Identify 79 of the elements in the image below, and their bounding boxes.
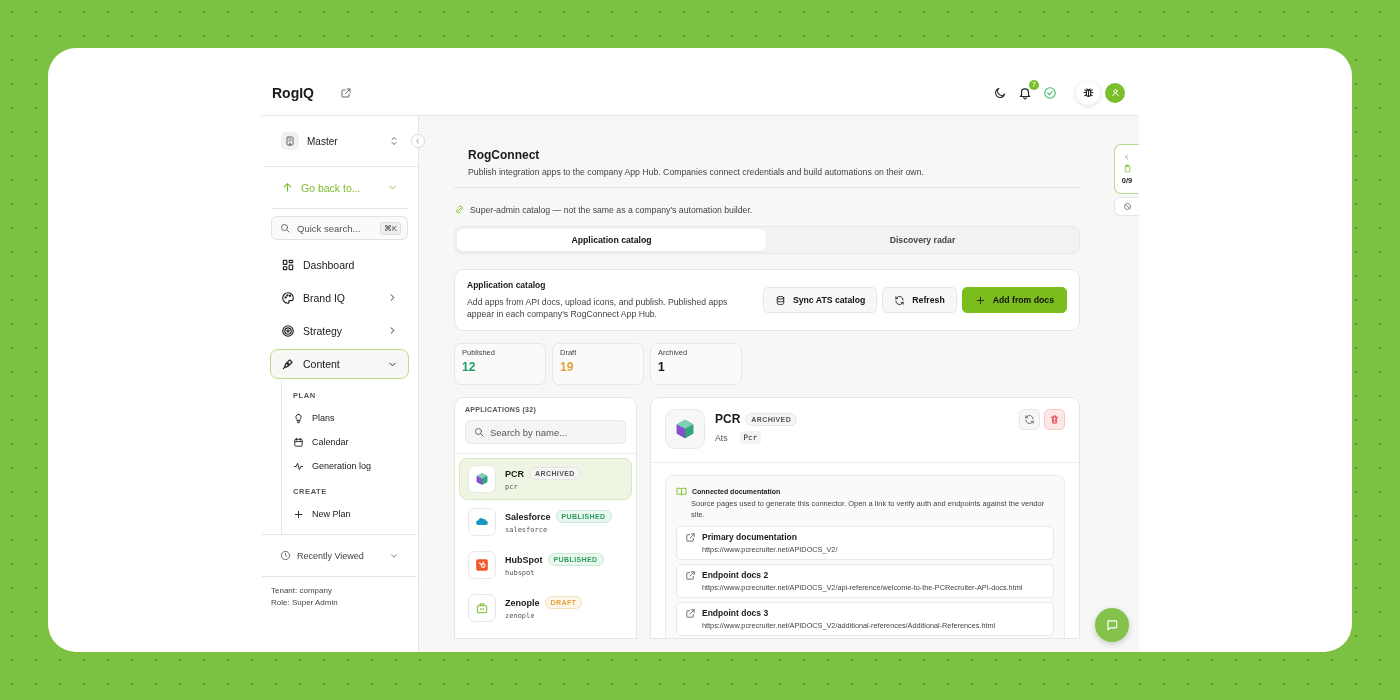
external-link-icon xyxy=(685,608,696,620)
clipboard-icon xyxy=(1122,164,1132,173)
chat-icon xyxy=(1105,618,1119,632)
workspace-name: Master xyxy=(307,135,339,147)
notice-text: Super-admin catalog — not the same as a company's automation builder. xyxy=(470,204,753,215)
search-field[interactable]: Search by name... xyxy=(465,420,626,445)
nav-item[interactable]: Strategy xyxy=(270,316,409,345)
link-icon xyxy=(454,204,465,215)
bug-button[interactable] xyxy=(1076,80,1100,105)
nav-subitem[interactable]: Plans xyxy=(293,406,418,430)
external-link-icon[interactable] xyxy=(340,86,352,99)
app-name: PCR xyxy=(505,468,524,479)
arrow-up-icon xyxy=(281,181,294,194)
hide-button[interactable] xyxy=(1114,197,1139,216)
app-logo xyxy=(468,551,496,580)
refresh-button[interactable] xyxy=(1019,409,1040,431)
target-icon xyxy=(281,323,295,338)
nav-subitem[interactable]: Generation log xyxy=(293,454,418,478)
tab[interactable]: Application catalog xyxy=(457,229,766,251)
activity-icon xyxy=(293,460,304,472)
app-logo xyxy=(665,409,705,450)
refresh-icon xyxy=(1024,414,1035,426)
bell-icon[interactable] xyxy=(1018,85,1032,100)
action-button[interactable]: Sync ATS catalog xyxy=(762,287,878,314)
app-category: Ats xyxy=(715,432,728,443)
app-name: Salesforce xyxy=(505,511,551,522)
page-subtitle: Publish integration apps to the company App Hub. Companies connect credentials and build automations on their own. xyxy=(468,167,925,177)
go-back-label: Go back to... xyxy=(301,181,362,194)
search-icon xyxy=(473,426,485,439)
nav-item[interactable]: Dashboard xyxy=(270,250,409,279)
page-title: RogConnect xyxy=(468,148,541,162)
catalog-title: Application catalog xyxy=(467,280,547,290)
tab[interactable]: Discovery radar xyxy=(768,229,1077,251)
action-button[interactable]: Refresh xyxy=(882,287,957,314)
recently-viewed-menu[interactable]: Recently Viewed xyxy=(262,534,417,577)
stat-value: 1 xyxy=(658,360,666,375)
catalog-description: Add apps from API docs, upload icons, and publish. Published apps appear in each company's RogConnect App Hub. xyxy=(467,296,729,321)
user-icon xyxy=(1109,87,1121,98)
calendar-icon xyxy=(293,436,304,448)
trash-icon xyxy=(1049,414,1060,426)
refresh-icon xyxy=(894,294,906,306)
collapse-sidebar-button[interactable] xyxy=(411,134,425,148)
nav-subitem[interactable]: New Plan xyxy=(293,502,418,526)
ban-icon xyxy=(1122,202,1132,211)
bug-icon xyxy=(1081,86,1095,99)
nav-subitem[interactable]: Calendar xyxy=(293,430,418,454)
stat-value: 12 xyxy=(462,360,477,375)
book-icon xyxy=(676,486,687,498)
avatar[interactable] xyxy=(1105,82,1125,103)
chevron-left-icon xyxy=(1123,153,1131,161)
app-logo xyxy=(468,508,496,537)
chevron-left-icon xyxy=(414,137,422,145)
check-circle-icon[interactable] xyxy=(1043,85,1057,100)
chevrons-icon xyxy=(388,135,400,147)
search-icon xyxy=(279,222,291,234)
app-logo xyxy=(468,594,496,623)
pen-icon xyxy=(281,357,295,371)
grid-icon xyxy=(281,257,295,272)
plus-icon xyxy=(293,508,304,520)
moon-icon[interactable] xyxy=(993,85,1007,100)
account-info-text: Role: Super Admin xyxy=(271,598,339,607)
app-logo xyxy=(468,465,496,494)
palette-icon xyxy=(281,290,295,305)
clock-icon xyxy=(280,550,291,561)
external-link-icon xyxy=(685,532,696,544)
nav-item[interactable]: Content xyxy=(270,349,409,379)
nav-item[interactable]: Brand IQ xyxy=(270,283,409,312)
delete-button[interactable] xyxy=(1044,409,1065,431)
plus-icon xyxy=(974,294,986,306)
external-link-icon xyxy=(685,570,696,582)
app-name: Zenople xyxy=(505,597,540,608)
lightbulb-icon xyxy=(293,412,304,424)
app-name: HubSpot xyxy=(505,554,543,565)
database-icon xyxy=(774,294,786,306)
logo-text: RogIQ xyxy=(272,84,314,101)
account-info-text: Tenant: company xyxy=(271,586,333,595)
action-button[interactable]: Add from docs xyxy=(961,287,1067,314)
app-name: PCR xyxy=(715,412,741,427)
stat-value: 19 xyxy=(560,360,575,375)
